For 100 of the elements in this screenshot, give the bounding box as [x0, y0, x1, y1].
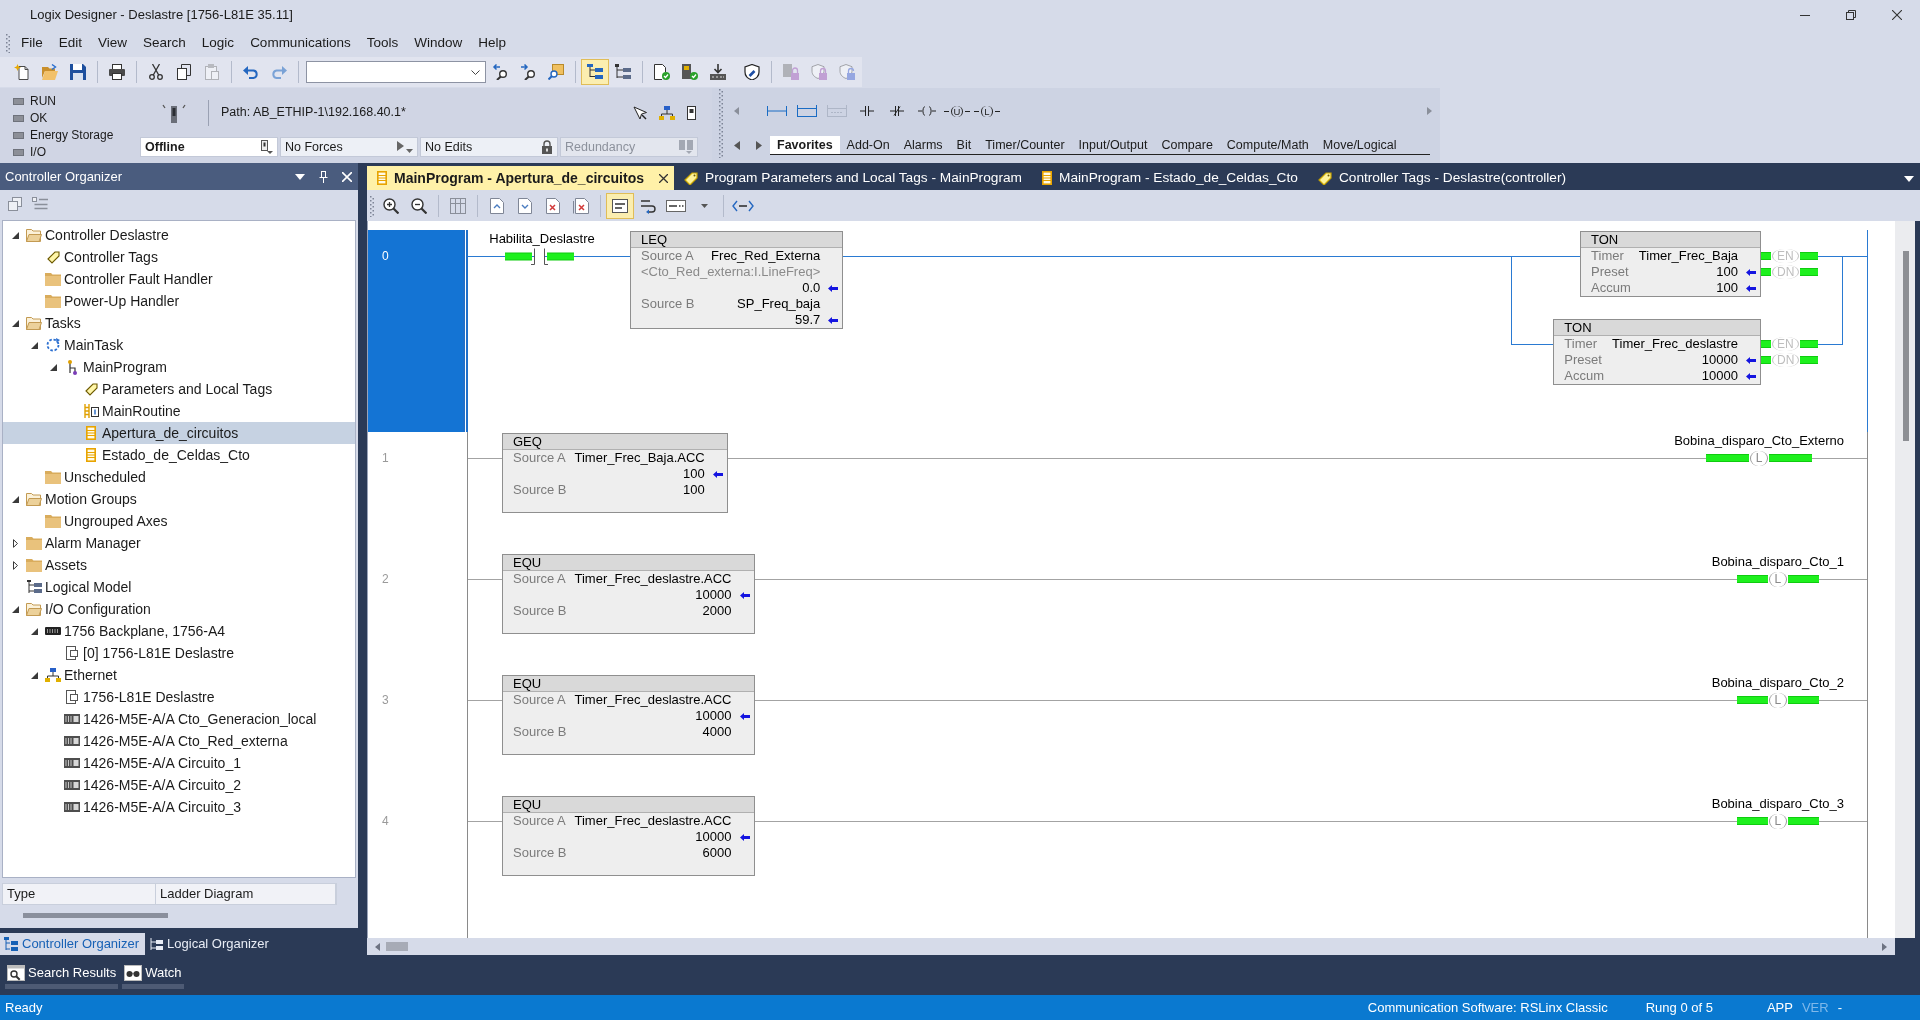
menu-item[interactable]: Tools — [358, 33, 407, 53]
tree-item[interactable]: [0] 1756-L81E Deslastre — [3, 642, 355, 664]
editor-tab[interactable]: Program Parameters and Local Tags - MainProgram — [674, 166, 1032, 190]
menu-item[interactable]: File — [13, 33, 51, 53]
network-icon[interactable] — [659, 105, 675, 120]
dropdown-icon[interactable] — [295, 173, 305, 180]
caret-down-icon[interactable] — [30, 671, 38, 679]
mode-status-field[interactable]: Offline — [140, 137, 278, 157]
grip-handle[interactable] — [370, 194, 374, 217]
output-window-tab[interactable]: Search Results — [5, 961, 119, 989]
editor-tab[interactable]: Controller Tags - Deslastre(controller) — [1307, 166, 1577, 190]
tree-item[interactable]: Estado_de_Celdas_Cto — [3, 444, 355, 466]
description-toggle-button[interactable] — [606, 192, 634, 219]
caret-down-icon[interactable] — [49, 363, 57, 371]
menu-item[interactable]: Search — [135, 33, 194, 53]
caret-down-icon[interactable] — [11, 231, 19, 239]
scroll-left-icon[interactable] — [375, 942, 380, 951]
panel-tab[interactable]: Controller Organizer — [0, 933, 146, 955]
dropdown-icon[interactable] — [1904, 176, 1914, 182]
tree-item[interactable]: Parameters and Local Tags — [3, 378, 355, 400]
vertical-scrollbar[interactable] — [1895, 221, 1915, 938]
palette-tab[interactable]: Alarms — [896, 135, 950, 154]
tree-item[interactable]: Power-Up Handler — [3, 290, 355, 312]
instruction-block[interactable]: LEQ Source A Frec_Red_Externa <Cto_Red_externa:I.LineFreq> 0.0 Source B SP_Freq_baja 59.7 — [630, 231, 844, 329]
tree-item[interactable]: Tasks — [3, 312, 355, 334]
palette-tab[interactable]: Bit — [949, 135, 979, 154]
palette-tab[interactable]: Compute/Math — [1219, 135, 1316, 154]
grip-handle[interactable] — [6, 33, 10, 53]
scroll-thumb[interactable] — [23, 913, 168, 918]
menu-item[interactable]: Help — [470, 33, 514, 53]
instruction-block[interactable]: TON Timer Timer_Frec_Baja Preset 100 Accum 100 — [1580, 231, 1761, 297]
tree-item[interactable]: Ungrouped Axes — [3, 510, 355, 532]
menu-item[interactable]: Logic — [193, 33, 243, 53]
tree-item[interactable]: I/O Configuration — [3, 598, 355, 620]
close-icon[interactable] — [659, 173, 668, 183]
tree-item[interactable]: Controller Fault Handler — [3, 268, 355, 290]
scroll-right-icon[interactable] — [756, 140, 762, 150]
tree-item[interactable]: Alarm Manager — [3, 532, 355, 554]
instruction-block[interactable]: EQU Source A Timer_Frec_deslastre.ACC 10000 Source B 2000 — [502, 554, 755, 634]
scroll-thumb[interactable] — [1903, 251, 1909, 441]
tree-item[interactable]: 1426-M5E-A/A Circuito_3 — [3, 796, 355, 818]
menu-item[interactable]: Edit — [50, 33, 91, 53]
tree-item[interactable]: 1426-M5E-A/A Circuito_2 — [3, 774, 355, 796]
list-view-button[interactable] — [32, 197, 48, 211]
palette-tab[interactable]: Input/Output — [1071, 135, 1155, 154]
menu-item[interactable]: View — [90, 33, 136, 53]
tree-item[interactable]: Unscheduled — [3, 466, 355, 488]
tree-item[interactable]: Controller Deslastre — [3, 224, 355, 246]
instruction-block[interactable]: EQU Source A Timer_Frec_deslastre.ACC 10000 Source B 4000 — [502, 675, 755, 755]
device-icon[interactable] — [687, 105, 696, 120]
caret-down-icon[interactable] — [11, 605, 19, 613]
palette-tab[interactable]: Timer/Counter — [978, 135, 1072, 154]
instruction-block[interactable]: TON Timer Timer_Frec_deslastre Preset 10000 Accum 10000 — [1553, 319, 1761, 385]
pointer-icon[interactable] — [633, 105, 647, 120]
caret-right-icon[interactable] — [12, 538, 18, 548]
menu-item[interactable]: Window — [406, 33, 471, 53]
palette-tab[interactable]: Add-On — [839, 135, 897, 154]
tree-item[interactable]: 1426-M5E-A/A Cto_Generacion_local — [3, 708, 355, 730]
horizontal-scrollbar[interactable] — [367, 938, 1895, 955]
grip-handle[interactable] — [719, 88, 723, 158]
palette-tab[interactable]: Compare — [1154, 135, 1220, 154]
pin-icon[interactable] — [319, 170, 328, 183]
menu-item[interactable]: Communications — [242, 33, 359, 53]
tree-item[interactable]: Motion Groups — [3, 488, 355, 510]
latch-coil[interactable]: L — [1706, 450, 1812, 466]
tree-item[interactable]: 1426-M5E-A/A Cto_Red_externa — [3, 730, 355, 752]
caret-down-icon[interactable] — [30, 341, 38, 349]
tree-item[interactable]: 1426-M5E-A/A Circuito_1 — [3, 752, 355, 774]
caret-down-icon[interactable] — [11, 495, 19, 503]
tree-item[interactable]: MainProgram — [3, 356, 355, 378]
collapse-all-button[interactable] — [8, 197, 22, 211]
scroll-right-icon[interactable] — [1882, 942, 1887, 951]
caret-icon[interactable] — [471, 69, 480, 75]
palette-tab[interactable]: Move/Logical — [1315, 135, 1404, 154]
tree-item[interactable]: Logical Model — [3, 576, 355, 598]
scroll-thumb[interactable] — [386, 942, 408, 951]
edits-status-field[interactable]: No Edits — [420, 137, 558, 157]
palette-tab[interactable]: Favorites — [770, 135, 840, 154]
instruction-block[interactable]: GEQ Source A Timer_Frec_Baja.ACC 100 Source B 100 — [502, 433, 728, 513]
tree-item[interactable]: 1756 Backplane, 1756-A4 — [3, 620, 355, 642]
rung-number[interactable]: 0 — [368, 230, 463, 432]
tree-item[interactable]: Controller Tags — [3, 246, 355, 268]
editor-tab[interactable]: MainProgram - Estado_de_Celdas_Cto — [1032, 166, 1308, 190]
caret-down-icon[interactable] — [30, 627, 38, 635]
normally-open-contact[interactable] — [484, 247, 600, 265]
organizer-button[interactable] — [581, 59, 609, 85]
forces-status-field[interactable]: No Forces — [280, 137, 418, 157]
instruction-block[interactable]: EQU Source A Timer_Frec_deslastre.ACC 10000 Source B 6000 — [502, 796, 755, 876]
output-window-tab[interactable]: Watch — [122, 961, 184, 989]
tree-item[interactable]: MainRoutine — [3, 400, 355, 422]
panel-tab[interactable]: Logical Organizer — [145, 933, 275, 955]
tree-item[interactable]: MainTask — [3, 334, 355, 356]
editor-tab[interactable]: MainProgram - Apertura_de_circuitos — [367, 166, 674, 190]
combo-field[interactable] — [306, 61, 486, 83]
tree-item[interactable]: Ethernet — [3, 664, 355, 686]
tree-item[interactable]: Assets — [3, 554, 355, 576]
tree-item[interactable]: 1756-L81E Deslastre — [3, 686, 355, 708]
tree-item[interactable]: Apertura_de_circuitos — [3, 422, 355, 444]
caret-right-icon[interactable] — [12, 560, 18, 570]
caret-down-icon[interactable] — [11, 319, 19, 327]
